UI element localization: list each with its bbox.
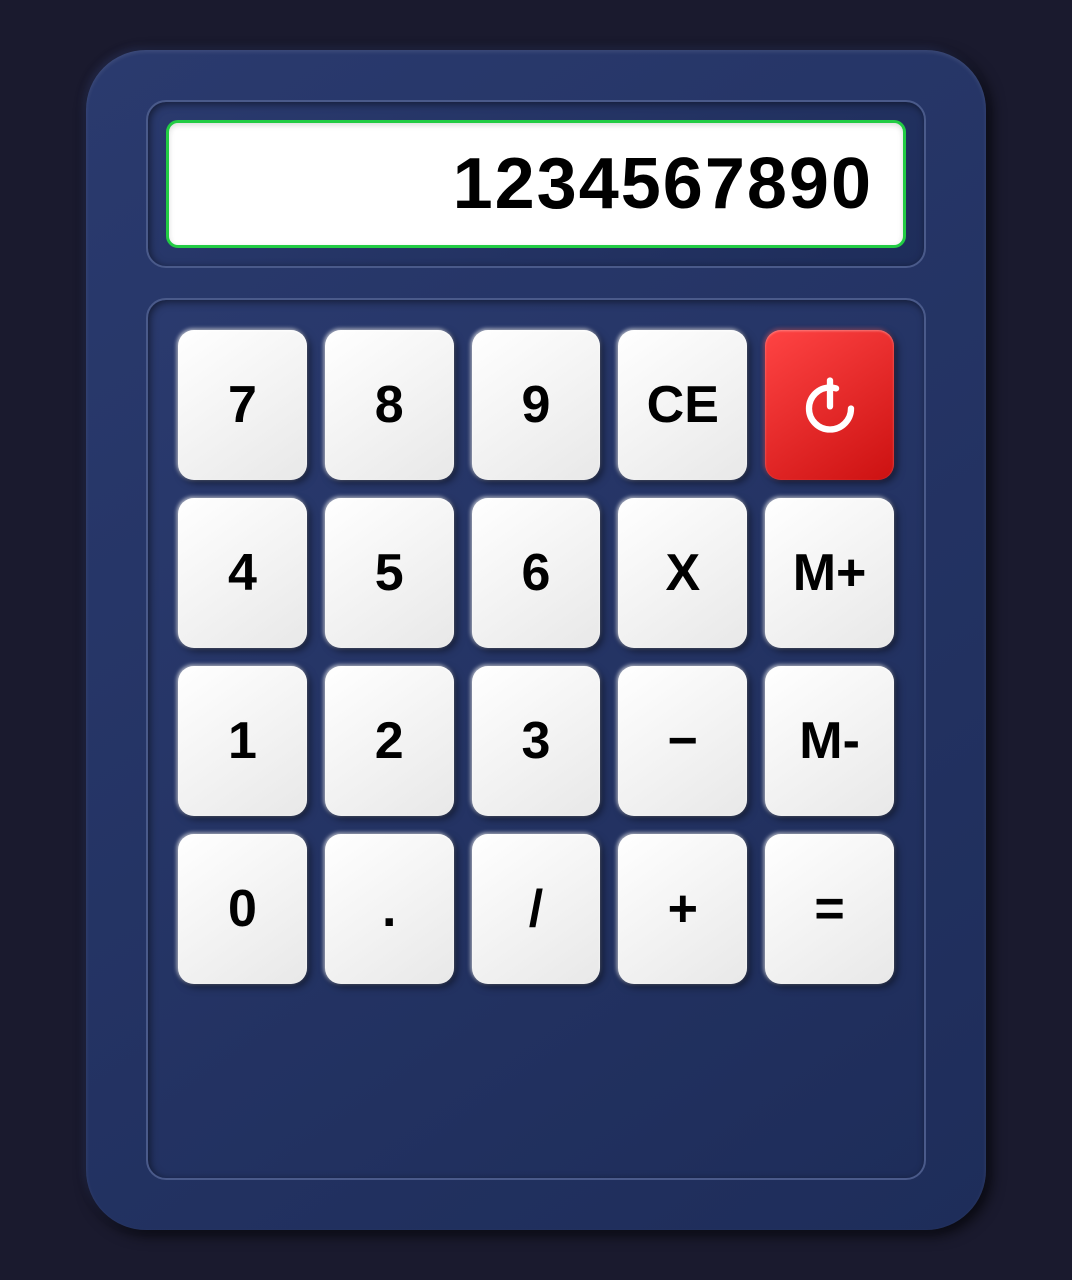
keypad-row-1: 7 8 9 CE	[178, 330, 894, 480]
btn-mminus[interactable]: M-	[765, 666, 894, 816]
btn-5[interactable]: 5	[325, 498, 454, 648]
btn-4[interactable]: 4	[178, 498, 307, 648]
btn-multiply[interactable]: X	[618, 498, 747, 648]
btn-8[interactable]: 8	[325, 330, 454, 480]
btn-plus[interactable]: +	[618, 834, 747, 984]
power-icon	[795, 370, 865, 440]
calculator: 1234567890 7 8 9 CE	[86, 50, 986, 1230]
keypad-row-4: 0 . / + =	[178, 834, 894, 984]
display-screen: 1234567890	[166, 120, 906, 248]
btn-9[interactable]: 9	[472, 330, 601, 480]
display-value: 1234567890	[453, 143, 873, 225]
btn-1[interactable]: 1	[178, 666, 307, 816]
keypad-row-2: 4 5 6 X M+	[178, 498, 894, 648]
btn-dot[interactable]: .	[325, 834, 454, 984]
btn-mplus[interactable]: M+	[765, 498, 894, 648]
btn-minus[interactable]: −	[618, 666, 747, 816]
btn-7[interactable]: 7	[178, 330, 307, 480]
btn-divide[interactable]: /	[472, 834, 601, 984]
btn-ce[interactable]: CE	[618, 330, 747, 480]
btn-equals[interactable]: =	[765, 834, 894, 984]
btn-0[interactable]: 0	[178, 834, 307, 984]
btn-power[interactable]	[765, 330, 894, 480]
btn-2[interactable]: 2	[325, 666, 454, 816]
keypad: 7 8 9 CE	[146, 298, 926, 1180]
btn-3[interactable]: 3	[472, 666, 601, 816]
display-container: 1234567890	[146, 100, 926, 268]
keypad-row-3: 1 2 3 − M-	[178, 666, 894, 816]
btn-6[interactable]: 6	[472, 498, 601, 648]
